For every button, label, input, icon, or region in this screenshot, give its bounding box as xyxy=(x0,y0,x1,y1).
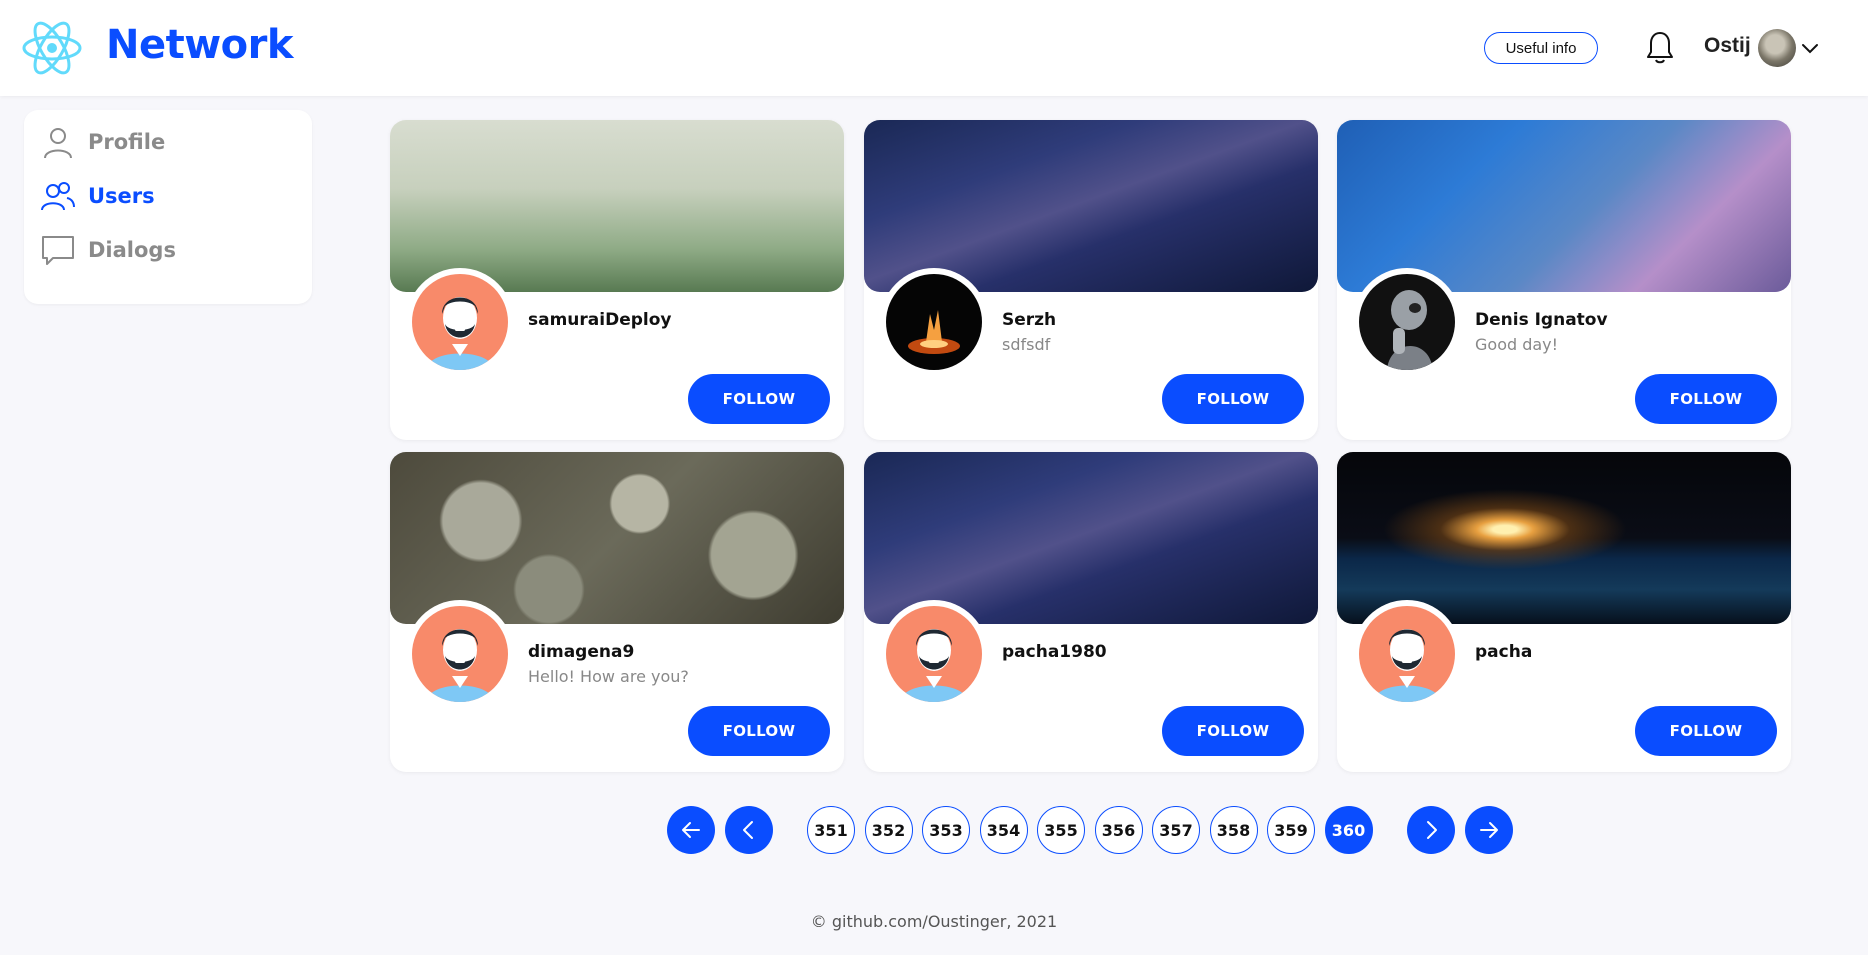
user-avatar[interactable] xyxy=(880,268,988,376)
last-page-button[interactable] xyxy=(1465,806,1513,854)
page-number-button[interactable]: 353 xyxy=(922,806,970,854)
user-card[interactable]: pacha1980 FOLLOW xyxy=(864,452,1318,772)
prev-page-button[interactable] xyxy=(725,806,773,854)
default-avatar-icon xyxy=(412,606,508,702)
user-cover-image xyxy=(390,120,844,292)
current-user-name[interactable]: Ostij xyxy=(1704,34,1751,58)
default-avatar-icon xyxy=(886,606,982,702)
top-header: Network Useful info Ostij xyxy=(0,0,1868,96)
robot-avatar-icon xyxy=(1359,274,1455,370)
user-status: Good day! xyxy=(1475,335,1559,354)
user-avatar[interactable] xyxy=(406,600,514,708)
arrow-left-icon xyxy=(682,822,700,838)
chevron-right-icon xyxy=(1427,821,1437,839)
user-avatar[interactable] xyxy=(1353,600,1461,708)
chevron-left-icon xyxy=(743,821,753,839)
user-name[interactable]: pacha xyxy=(1475,642,1532,662)
follow-button[interactable]: FOLLOW xyxy=(688,706,830,756)
page-number-button[interactable]: 354 xyxy=(979,806,1028,854)
user-name[interactable]: Denis Ignatov xyxy=(1475,310,1608,330)
page-number-button[interactable]: 355 xyxy=(1037,806,1085,854)
user-cover-image xyxy=(864,120,1318,292)
users-icon xyxy=(41,182,75,211)
user-icon xyxy=(44,128,72,159)
footer-copyright: © github.com/Oustinger, 2021 xyxy=(810,912,1058,931)
user-name[interactable]: Serzh xyxy=(1002,310,1056,330)
sidebar-item-profile[interactable]: Profile xyxy=(40,120,300,164)
current-user-avatar[interactable] xyxy=(1758,29,1796,67)
follow-button[interactable]: FOLLOW xyxy=(1635,374,1777,424)
user-status: sdfsdf xyxy=(1002,335,1051,354)
default-avatar-icon xyxy=(412,274,508,370)
sidebar-item-label: Users xyxy=(88,184,155,208)
page-number-button[interactable]: 357 xyxy=(1152,806,1200,854)
user-cover-image xyxy=(1337,452,1791,624)
sidebar-item-dialogs[interactable]: Dialogs xyxy=(40,228,300,272)
follow-button[interactable]: FOLLOW xyxy=(688,374,830,424)
user-avatar[interactable] xyxy=(1353,268,1461,376)
user-card[interactable]: Denis Ignatov Good day! FOLLOW xyxy=(1337,120,1791,440)
page-number-button[interactable]: 359 xyxy=(1267,806,1315,854)
default-avatar-icon xyxy=(1359,606,1455,702)
sidebar-item-users[interactable]: Users xyxy=(40,174,300,218)
user-avatar[interactable] xyxy=(880,600,988,708)
user-name[interactable]: dimagena9 xyxy=(528,642,634,662)
first-page-button[interactable] xyxy=(667,806,715,854)
user-card[interactable]: dimagena9 Hello! How are you? FOLLOW xyxy=(390,452,844,772)
page-number-button[interactable]: 356 xyxy=(1094,806,1143,854)
user-avatar[interactable] xyxy=(406,268,514,376)
fire-avatar-icon xyxy=(886,274,982,370)
user-card[interactable]: pacha FOLLOW xyxy=(1337,452,1791,772)
page-number-button[interactable]: 360 xyxy=(1324,806,1373,854)
user-status: Hello! How are you? xyxy=(528,667,689,686)
useful-info-button[interactable]: Useful info xyxy=(1484,32,1598,64)
user-cover-image xyxy=(864,452,1318,624)
follow-button[interactable]: FOLLOW xyxy=(1162,706,1304,756)
sidebar-nav: Profile Users Dialogs xyxy=(24,110,312,304)
page-number-button[interactable]: 352 xyxy=(864,806,913,854)
sidebar-item-label: Dialogs xyxy=(88,238,176,262)
user-card[interactable]: samuraiDeploy FOLLOW xyxy=(390,120,844,440)
user-name[interactable]: samuraiDeploy xyxy=(528,310,672,330)
chevron-down-icon[interactable] xyxy=(1800,38,1820,58)
user-name[interactable]: pacha1980 xyxy=(1002,642,1107,662)
follow-button[interactable]: FOLLOW xyxy=(1162,374,1304,424)
user-cover-image xyxy=(390,452,844,624)
arrow-right-icon xyxy=(1480,822,1498,838)
bell-icon[interactable] xyxy=(1644,30,1676,66)
sidebar-item-label: Profile xyxy=(88,130,166,154)
next-page-button[interactable] xyxy=(1407,806,1455,854)
page-number-button[interactable]: 351 xyxy=(807,806,855,854)
react-logo-icon[interactable] xyxy=(20,16,84,80)
user-card[interactable]: Serzh sdfsdf FOLLOW xyxy=(864,120,1318,440)
brand-name[interactable]: Network xyxy=(106,22,294,68)
chat-icon xyxy=(42,236,74,265)
user-cover-image xyxy=(1337,120,1791,292)
page-number-button[interactable]: 358 xyxy=(1209,806,1258,854)
follow-button[interactable]: FOLLOW xyxy=(1635,706,1777,756)
